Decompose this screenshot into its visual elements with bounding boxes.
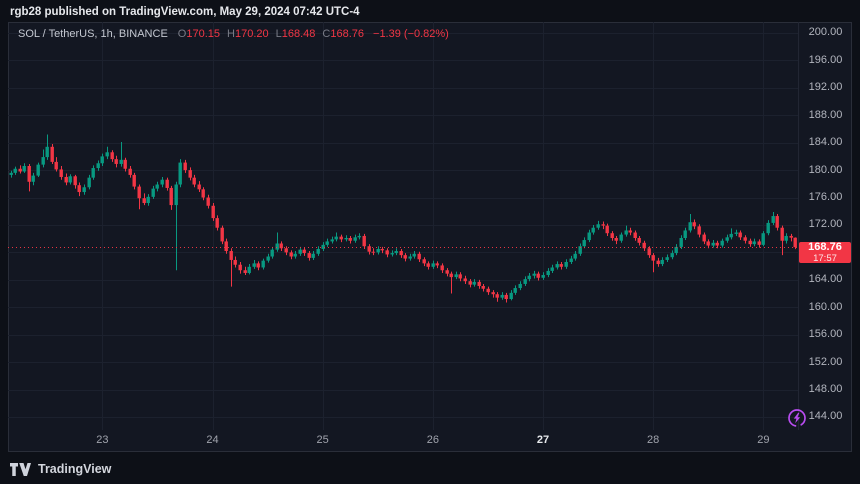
time-tick-label: 26 (427, 434, 439, 447)
change-value: −1.39 (−0.82%) (373, 28, 449, 40)
tradingview-logo-icon[interactable] (10, 463, 31, 476)
ohlc-pair: L168.48 (276, 28, 316, 40)
ohlc-pair: H170.20 (227, 28, 269, 40)
price-tick-label: 172.00 (799, 218, 852, 231)
bar-close-countdown: 17:57 (813, 254, 837, 264)
price-tick-label: 188.00 (799, 109, 852, 122)
last-price-label: 168.76 17:57 (799, 242, 851, 263)
price-tick-label: 200.00 (799, 26, 852, 39)
price-tick-label: 160.00 (799, 301, 852, 314)
price-tick-label: 164.00 (799, 273, 852, 286)
price-tick-label: 176.00 (799, 191, 852, 204)
price-tick-label: 184.00 (799, 136, 852, 149)
price-tick-label: 180.00 (799, 164, 852, 177)
time-tick-label: 28 (647, 434, 659, 447)
time-tick-label: 29 (757, 434, 769, 447)
time-tick-label: 25 (317, 434, 329, 447)
time-tick-label: 23 (96, 434, 108, 447)
last-price-value: 168.76 (808, 242, 842, 253)
tradingview-brand-text[interactable]: TradingView (38, 461, 111, 477)
price-tick-label: 156.00 (799, 328, 852, 341)
price-axis[interactable]: 200.00 196.00 192.00 188.00 184.00 180.00 176.… (798, 22, 852, 430)
flash-boost-icon[interactable] (787, 408, 807, 428)
attribution-text: rgb28 published on TradingView.com, May … (10, 4, 360, 20)
symbol-title: SOL / TetherUS, 1h, BINANCE (18, 28, 168, 40)
ohlc-pair: C168.76 (322, 28, 364, 40)
price-tick-label: 148.00 (799, 383, 852, 396)
price-tick-label: 192.00 (799, 81, 852, 94)
symbol-legend[interactable]: SOL / TetherUS, 1h, BINANCE O170.15 H170.2… (18, 27, 449, 41)
price-tick-label: 152.00 (799, 356, 852, 369)
ohlc-pair: O170.15 (178, 28, 220, 40)
footer-bar: TradingView (10, 461, 111, 477)
time-tick-label: 27 (537, 434, 549, 447)
price-tick-label: 196.00 (799, 54, 852, 67)
time-tick-label: 24 (206, 434, 218, 447)
time-axis[interactable]: 23 24 25 26 27 28 29 (8, 430, 798, 451)
ohlc-values: O170.15 H170.20 L168.48 C168.76 (178, 28, 371, 40)
candlestick-chart[interactable] (8, 22, 798, 430)
